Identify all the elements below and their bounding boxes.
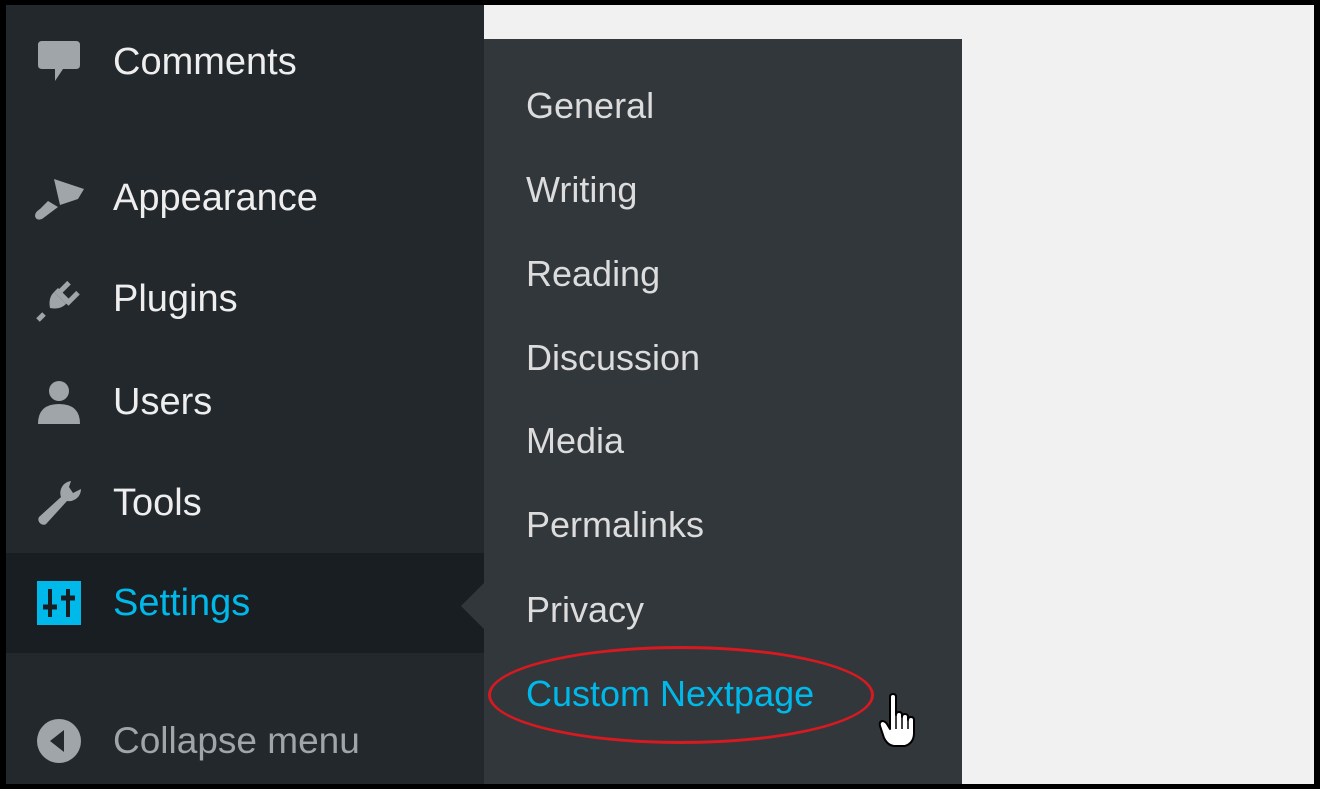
sidebar-item-label: Tools [113, 481, 202, 524]
submenu-item-privacy[interactable]: Privacy [526, 589, 644, 631]
hand-pointer-cursor-icon [878, 693, 918, 749]
sidebar-item-label: Comments [113, 40, 297, 83]
submenu-item-reading[interactable]: Reading [526, 253, 660, 295]
sidebar-item-comments[interactable]: Comments [6, 12, 484, 112]
sidebar-item-label: Appearance [113, 176, 318, 219]
sidebar-item-appearance[interactable]: Appearance [6, 148, 484, 248]
sidebar-item-label: Users [113, 380, 213, 423]
submenu-item-custom-nextpage[interactable]: Custom Nextpage [526, 673, 814, 715]
submenu-item-permalinks[interactable]: Permalinks [526, 504, 704, 546]
wrench-icon [32, 476, 86, 530]
sidebar-item-label: Settings [113, 581, 251, 624]
submenu-item-media[interactable]: Media [526, 420, 624, 462]
admin-screen: Comments Appearance Plugins Users Tools … [6, 5, 1314, 784]
paintbrush-icon [32, 171, 86, 225]
submenu-item-general[interactable]: General [526, 85, 654, 127]
sidebar-item-tools[interactable]: Tools [6, 453, 484, 553]
submenu-item-writing[interactable]: Writing [526, 169, 637, 211]
sidebar-item-settings[interactable]: Settings [6, 553, 484, 653]
settings-sliders-icon [32, 576, 86, 630]
admin-sidebar: Comments Appearance Plugins Users Tools … [6, 5, 484, 784]
sidebar-item-plugins[interactable]: Plugins [6, 249, 484, 349]
sidebar-item-label: Plugins [113, 277, 238, 320]
submenu-item-discussion[interactable]: Discussion [526, 337, 700, 379]
plug-icon [32, 272, 86, 326]
submenu-pointer [461, 583, 484, 629]
sidebar-item-users[interactable]: Users [6, 352, 484, 452]
collapse-menu-button[interactable]: Collapse menu [6, 691, 484, 784]
settings-submenu: General Writing Reading Discussion Media… [484, 39, 962, 784]
collapse-arrow-icon [32, 714, 86, 768]
sidebar-item-label: Collapse menu [113, 720, 360, 761]
comment-icon [32, 35, 86, 89]
user-icon [32, 375, 86, 429]
